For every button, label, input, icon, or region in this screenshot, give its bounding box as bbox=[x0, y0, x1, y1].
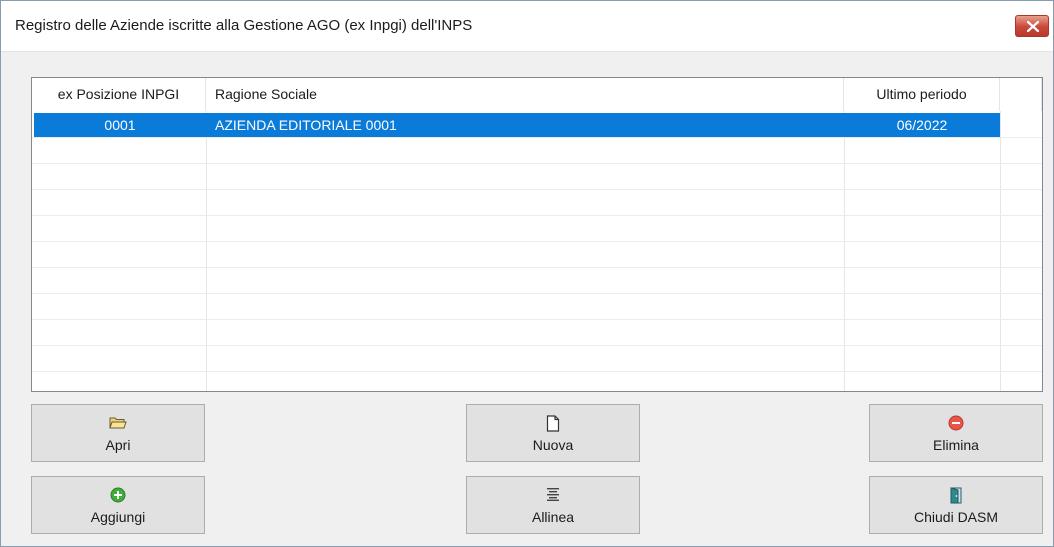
elimina-label: Elimina bbox=[933, 437, 979, 453]
elimina-button[interactable]: Elimina bbox=[869, 404, 1043, 462]
aggiungi-button[interactable]: Aggiungi bbox=[31, 476, 205, 534]
chiudi-dasm-button[interactable]: Chiudi DASM bbox=[869, 476, 1043, 534]
plus-circle-icon bbox=[110, 487, 126, 503]
minus-circle-icon bbox=[948, 415, 964, 431]
grid-line bbox=[32, 345, 1042, 346]
chiudi-dasm-label: Chiudi DASM bbox=[913, 509, 999, 525]
apri-label: Apri bbox=[105, 437, 131, 453]
allinea-button[interactable]: Allinea bbox=[466, 476, 640, 534]
grid-line bbox=[32, 241, 1042, 242]
apri-button[interactable]: Apri bbox=[31, 404, 205, 462]
new-document-icon bbox=[546, 415, 560, 432]
column-header-filler bbox=[1000, 78, 1042, 111]
cell-ultimo-periodo: 06/2022 bbox=[896, 117, 948, 133]
grid-line bbox=[32, 267, 1042, 268]
grid-line bbox=[32, 371, 1042, 372]
table-row[interactable]: 0001 AZIENDA EDITORIALE 0001 06/2022 bbox=[34, 113, 1000, 137]
close-button[interactable] bbox=[1015, 15, 1049, 37]
cell-ragione-sociale: AZIENDA EDITORIALE 0001 bbox=[215, 117, 397, 133]
grid-line bbox=[844, 111, 845, 391]
window-title: Registro delle Aziende iscritte alla Ges… bbox=[15, 17, 473, 34]
app-window: Registro delle Aziende iscritte alla Ges… bbox=[0, 0, 1054, 547]
nuova-label: Nuova bbox=[532, 437, 574, 453]
close-icon bbox=[1027, 21, 1039, 32]
grid-line bbox=[1000, 111, 1001, 391]
grid-line bbox=[32, 293, 1042, 294]
column-header-ultimo-periodo[interactable]: Ultimo periodo bbox=[844, 78, 1000, 111]
grid-line bbox=[206, 111, 207, 391]
client-area: ex Posizione INPGI Ragione Sociale Ultim… bbox=[1, 52, 1053, 546]
aziende-list[interactable]: ex Posizione INPGI Ragione Sociale Ultim… bbox=[31, 77, 1043, 392]
title-bar: Registro delle Aziende iscritte alla Ges… bbox=[1, 1, 1053, 52]
grid-line bbox=[32, 215, 1042, 216]
column-header-posizione[interactable]: ex Posizione INPGI bbox=[32, 78, 206, 111]
column-header-ragione-sociale[interactable]: Ragione Sociale bbox=[206, 78, 844, 111]
grid-line bbox=[32, 137, 1042, 138]
grid-line bbox=[32, 163, 1042, 164]
allinea-label: Allinea bbox=[531, 509, 575, 525]
grid-line bbox=[32, 319, 1042, 320]
nuova-button[interactable]: Nuova bbox=[466, 404, 640, 462]
exit-door-icon bbox=[950, 487, 962, 504]
cell-posizione: 0001 bbox=[104, 117, 136, 133]
folder-open-icon bbox=[109, 417, 127, 429]
list-header: ex Posizione INPGI Ragione Sociale Ultim… bbox=[32, 78, 1042, 111]
align-lines-icon bbox=[547, 488, 559, 501]
aggiungi-label: Aggiungi bbox=[90, 509, 146, 525]
grid-line bbox=[32, 189, 1042, 190]
